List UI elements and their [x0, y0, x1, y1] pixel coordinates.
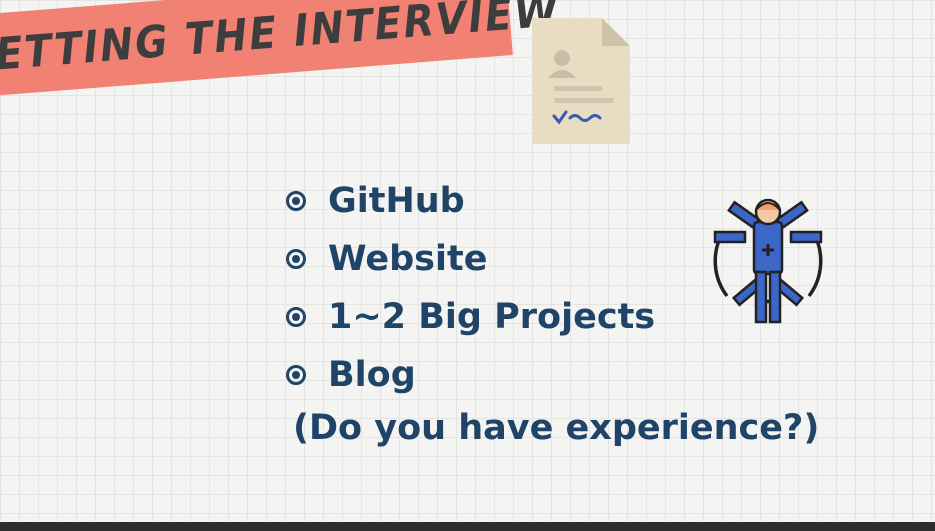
- bullet-label: GitHub: [328, 181, 465, 221]
- title-text: GETTING THE INTERVIEW: [0, 0, 562, 83]
- title-banner: GETTING THE INTERVIEW: [0, 0, 562, 96]
- vitruvian-man-icon: [713, 198, 823, 324]
- bullet-icon: [286, 365, 306, 385]
- bottom-bar: [0, 522, 935, 531]
- experience-question: (Do you have experience?): [293, 408, 820, 448]
- bullet-label: Blog: [328, 355, 416, 395]
- list-item: Website: [286, 230, 655, 288]
- bullet-icon: [286, 191, 306, 211]
- bullet-label: 1~2 Big Projects: [328, 297, 656, 337]
- list-item: 1~2 Big Projects: [286, 288, 655, 346]
- bullet-icon: [286, 249, 306, 269]
- resume-document-icon: [532, 18, 630, 144]
- bullet-icon: [286, 307, 306, 327]
- list-item: Blog: [286, 346, 655, 404]
- list-item: GitHub: [286, 172, 655, 230]
- bullet-label: Website: [328, 239, 488, 279]
- bullet-list: GitHub Website 1~2 Big Projects Blog: [286, 172, 655, 404]
